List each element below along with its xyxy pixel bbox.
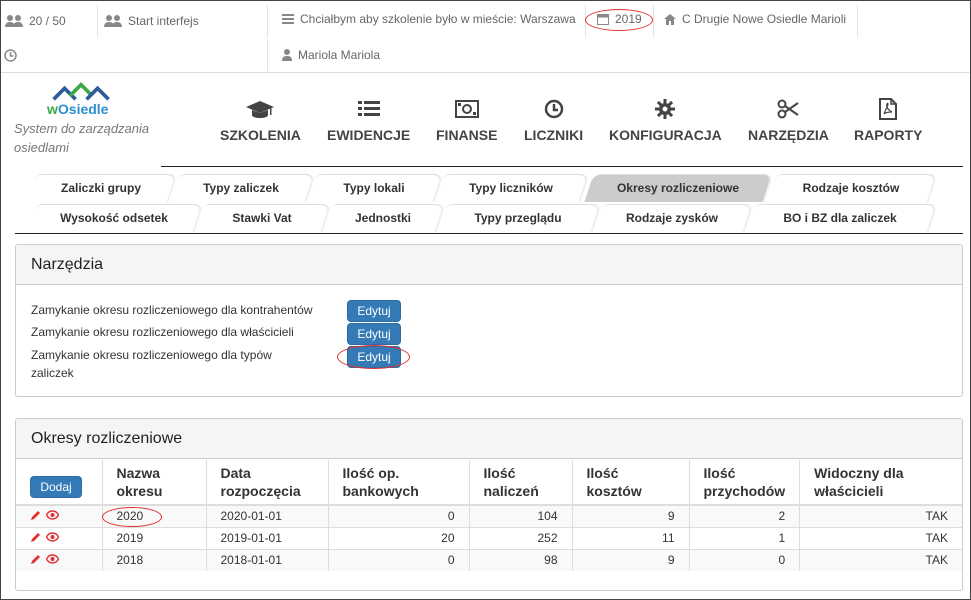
periods-panel-title: Okresy rozliczeniowe — [16, 419, 962, 459]
cell-costs: 9 — [571, 504, 689, 527]
nav-ewidencje[interactable]: EWIDENCJE — [327, 97, 410, 143]
cell-charges: 98 — [468, 548, 572, 571]
table-row: 2018 2018-01-01 0 98 9 0 TAK — [16, 548, 962, 571]
cell-name: 2019 — [101, 526, 206, 549]
user-menu[interactable]: Mariola Mariola — [282, 37, 380, 73]
nav-konfiguracja[interactable]: KONFIGURACJA — [609, 97, 722, 143]
brand-name[interactable]: wOsiedle — [47, 101, 108, 117]
nav-finanse[interactable]: FINANSE — [436, 97, 497, 143]
periods-table: Dodaj Nazwa okresu Data rozpoczęcia Iloś… — [16, 460, 962, 571]
cell-visible: TAK — [799, 526, 962, 549]
training-location-link[interactable]: Chciałbym aby szkolenie było w mieście: … — [282, 1, 576, 37]
graduation-cap-icon — [246, 101, 275, 118]
edit-advance-types-button[interactable]: Edytuj — [347, 346, 401, 368]
pencil-icon[interactable] — [30, 509, 42, 521]
tab-typy-licznikow[interactable]: Typy liczników — [434, 174, 588, 202]
header-divider — [161, 166, 963, 167]
cell-visible: TAK — [799, 504, 962, 527]
eye-icon[interactable] — [46, 510, 59, 520]
year-annotation-oval — [585, 9, 653, 31]
tab-typy-zaliczek[interactable]: Typy zaliczek — [168, 174, 314, 202]
cell-bank-ops: 0 — [327, 548, 469, 571]
history-link[interactable] — [4, 37, 17, 73]
tab-wysokosc-odsetek[interactable]: Wysokość odsetek — [26, 204, 202, 232]
tab-typy-przegladu[interactable]: Typy przeglądu — [436, 204, 600, 232]
cell-visible: TAK — [799, 548, 962, 571]
clock-icon — [544, 99, 563, 119]
clock-icon — [4, 48, 17, 62]
start-interface-label: Start interfejs — [128, 14, 199, 28]
nav-szkolenia[interactable]: SZKOLENIA — [220, 97, 301, 143]
eye-icon[interactable] — [46, 531, 59, 542]
users-counter[interactable]: 20 / 50 — [5, 3, 66, 39]
cell-name: 2018 — [101, 548, 206, 571]
user-icon — [282, 49, 292, 61]
cell-start: 2018-01-01 — [205, 548, 328, 571]
start-interface-link[interactable]: Start interfejs — [104, 3, 199, 39]
tab-bo-bz-zaliczek[interactable]: BO i BZ dla zaliczek — [744, 204, 936, 232]
tabs-divider — [15, 233, 963, 234]
cell-revenues: 1 — [688, 526, 800, 549]
col-charges: Ilość naliczeń — [468, 460, 572, 506]
table-row: 2020 2020-01-01 0 104 9 2 TAK — [16, 504, 962, 527]
cell-bank-ops: 0 — [327, 504, 469, 527]
tab-rodzaje-kosztow[interactable]: Rodzaje kosztów — [766, 174, 936, 202]
estate-selector[interactable]: C Drugie Nowe Osiedle Marioli — [664, 1, 846, 37]
cell-name: 2020 — [101, 504, 206, 527]
cell-costs: 9 — [571, 548, 689, 571]
user-name: Mariola Mariola — [298, 48, 381, 62]
table-row: 2019 2019-01-01 20 252 11 1 TAK — [16, 526, 962, 549]
cell-revenues: 2 — [688, 504, 800, 527]
tab-jednostki[interactable]: Jednostki — [322, 204, 444, 232]
estate-text: C Drugie Nowe Osiedle Marioli — [682, 12, 847, 26]
col-visible-owners: Widoczny dla właścicieli — [799, 460, 962, 506]
cell-costs: 11 — [571, 526, 689, 549]
edit-contractors-button[interactable]: Edytuj — [347, 300, 401, 322]
tool-label-contractors: Zamykanie okresu rozliczeniowego dla kon… — [31, 303, 313, 317]
bars-icon — [282, 14, 294, 24]
brand-tagline: System do zarządzania osiedlami — [14, 121, 150, 155]
cell-charges: 104 — [468, 504, 572, 527]
pencil-icon[interactable] — [30, 531, 42, 543]
tab-okresy-rozliczeniowe[interactable]: Okresy rozliczeniowe — [584, 174, 772, 202]
add-period-button[interactable]: Dodaj — [30, 476, 82, 498]
eye-icon[interactable] — [46, 554, 59, 564]
cell-bank-ops: 20 — [327, 526, 469, 549]
pencil-icon[interactable] — [30, 553, 42, 565]
cell-revenues: 0 — [688, 548, 800, 571]
money-icon — [454, 100, 479, 118]
users-icon — [5, 15, 23, 27]
col-start-date: Data rozpoczęcia — [205, 460, 328, 506]
home-icon — [664, 13, 676, 25]
list-icon — [357, 101, 380, 116]
tools-panel-title: Narzędzia — [16, 245, 962, 285]
col-bank-ops: Ilość op. bankowych — [327, 460, 469, 506]
users-counter-text: 20 / 50 — [29, 14, 66, 28]
col-costs: Ilość kosztów — [571, 460, 689, 506]
col-name: Nazwa okresu — [101, 460, 206, 506]
tab-typy-lokali[interactable]: Typy lokali — [306, 174, 442, 202]
col-revenues: Ilość przychodów — [688, 460, 800, 506]
periods-panel: Okresy rozliczeniowe Dodaj Nazwa okresu … — [15, 418, 963, 591]
training-location-text: Chciałbym aby szkolenie było w mieście: … — [300, 12, 576, 26]
pdf-file-icon — [879, 98, 898, 120]
nav-liczniki[interactable]: LICZNIKI — [524, 97, 583, 143]
top-bar: 20 / 50 Start interfejs Chciałbym aby sz… — [1, 1, 970, 73]
tab-rodzaje-zyskow[interactable]: Rodzaje zysków — [592, 204, 752, 232]
nav-narzedzia[interactable]: NARZĘDZIA — [748, 97, 829, 143]
tool-label-owners: Zamykanie okresu rozliczeniowego dla wła… — [31, 325, 294, 339]
tools-panel: Narzędzia Zamykanie okresu rozliczeniowe… — [15, 244, 963, 397]
cell-start: 2019-01-01 — [205, 526, 328, 549]
tab-stawki-vat[interactable]: Stawki Vat — [194, 204, 330, 232]
tool-label-advance-types: Zamykanie okresu rozliczeniowego dla typ… — [31, 348, 272, 380]
gear-icon — [655, 99, 676, 119]
users-icon — [104, 15, 122, 27]
scissors-icon — [777, 99, 800, 119]
logo-icon — [52, 82, 110, 101]
cell-charges: 252 — [468, 526, 572, 549]
nav-raporty[interactable]: RAPORTY — [854, 97, 922, 143]
cell-start: 2020-01-01 — [205, 504, 328, 527]
tab-zaliczki-grupy[interactable]: Zaliczki grupy — [26, 174, 176, 202]
edit-owners-button[interactable]: Edytuj — [347, 323, 401, 345]
